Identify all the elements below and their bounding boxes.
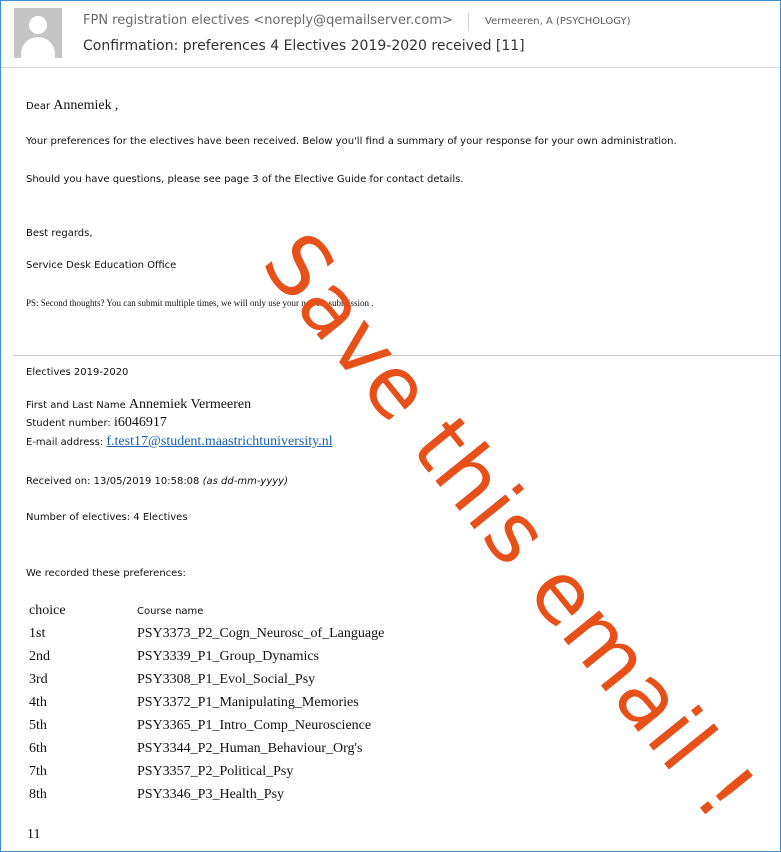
email-line: E-mail address: f.test17@student.maastri… xyxy=(26,434,333,450)
recipient[interactable]: Vermeeren, A (PSYCHOLOGY) xyxy=(485,16,631,27)
email-subject: Confirmation: preferences 4 Electives 20… xyxy=(83,38,525,54)
student-number-label: Student number: xyxy=(26,418,111,429)
choice-column-header: choice xyxy=(29,603,66,618)
course-column-header: Course name xyxy=(137,606,204,617)
section-title: Electives 2019-2020 xyxy=(26,367,129,378)
choice-rank: 8th xyxy=(29,787,47,802)
course-name: PSY3344_P2_Human_Behaviour_Org's xyxy=(137,741,363,756)
email-reading-pane: FPN registration electives <noreply@qema… xyxy=(0,0,781,852)
course-name: PSY3346_P3_Health_Psy xyxy=(137,787,285,802)
section-divider xyxy=(13,355,780,356)
course-name: PSY3373_P2_Cogn_Neurosc_of_Language xyxy=(137,626,385,641)
course-name: PSY3365_P1_Intro_Comp_Neuroscience xyxy=(137,718,372,733)
response-number: 11 xyxy=(27,827,41,842)
received-on: Received on: 13/05/2019 10:58:08 xyxy=(26,476,200,487)
course-name: PSY3372_P1_Manipulating_Memories xyxy=(137,695,359,710)
postscript: PS: Second thoughts? You can submit mult… xyxy=(26,298,374,308)
choice-rank: 1st xyxy=(29,626,46,641)
signature-office: Service Desk Education Office xyxy=(26,260,177,271)
sender[interactable]: FPN registration electives <noreply@qema… xyxy=(83,13,453,28)
choice-rank: 4th xyxy=(29,695,47,710)
closing-regards: Best regards, xyxy=(26,228,93,239)
choice-rank: 7th xyxy=(29,764,47,779)
greeting-suffix: , xyxy=(114,98,119,113)
course-name: PSY3308_P1_Evol_Social_Psy xyxy=(137,672,316,687)
recorded-preferences-intro: We recorded these preferences: xyxy=(26,568,186,579)
avatar-head-shape xyxy=(29,16,47,34)
student-line: Student number: i6046917 xyxy=(26,415,167,431)
header-divider-line xyxy=(1,67,780,68)
choice-rank: 2nd xyxy=(29,649,50,664)
course-name: PSY3339_P1_Group_Dynamics xyxy=(137,649,320,664)
name-value: Annemiek Vermeeren xyxy=(128,397,252,412)
greeting: Dear Annemiek , xyxy=(26,98,118,114)
body-line-questions: Should you have questions, please see pa… xyxy=(26,174,464,185)
email-address-link[interactable]: f.test17@student.maastrichtuniversity.nl xyxy=(106,434,332,449)
number-of-electives: Number of electives: 4 Electives xyxy=(26,512,188,523)
received-line: Received on: 13/05/2019 10:58:08 (as dd-… xyxy=(26,476,288,487)
choice-rank: 3rd xyxy=(29,672,48,687)
received-date-format: (as dd-mm-yyyy) xyxy=(202,476,288,487)
name-line: First and Last Name Annemiek Vermeeren xyxy=(26,397,251,413)
course-name: PSY3357_P2_Political_Psy xyxy=(137,764,294,779)
email-address-label: E-mail address: xyxy=(26,437,104,448)
body-line-received: Your preferences for the electives have … xyxy=(26,136,677,147)
avatar-body-shape xyxy=(21,37,55,58)
choice-rank: 6th xyxy=(29,741,47,756)
student-number-value: i6046917 xyxy=(113,415,167,430)
email-header: FPN registration electives <noreply@qema… xyxy=(1,1,780,67)
default-user-avatar-icon[interactable] xyxy=(14,8,62,58)
header-divider xyxy=(468,13,469,31)
greeting-prefix: Dear xyxy=(26,101,51,112)
name-label: First and Last Name xyxy=(26,400,126,411)
choice-rank: 5th xyxy=(29,718,47,733)
greeting-name: Annemiek xyxy=(53,98,112,113)
